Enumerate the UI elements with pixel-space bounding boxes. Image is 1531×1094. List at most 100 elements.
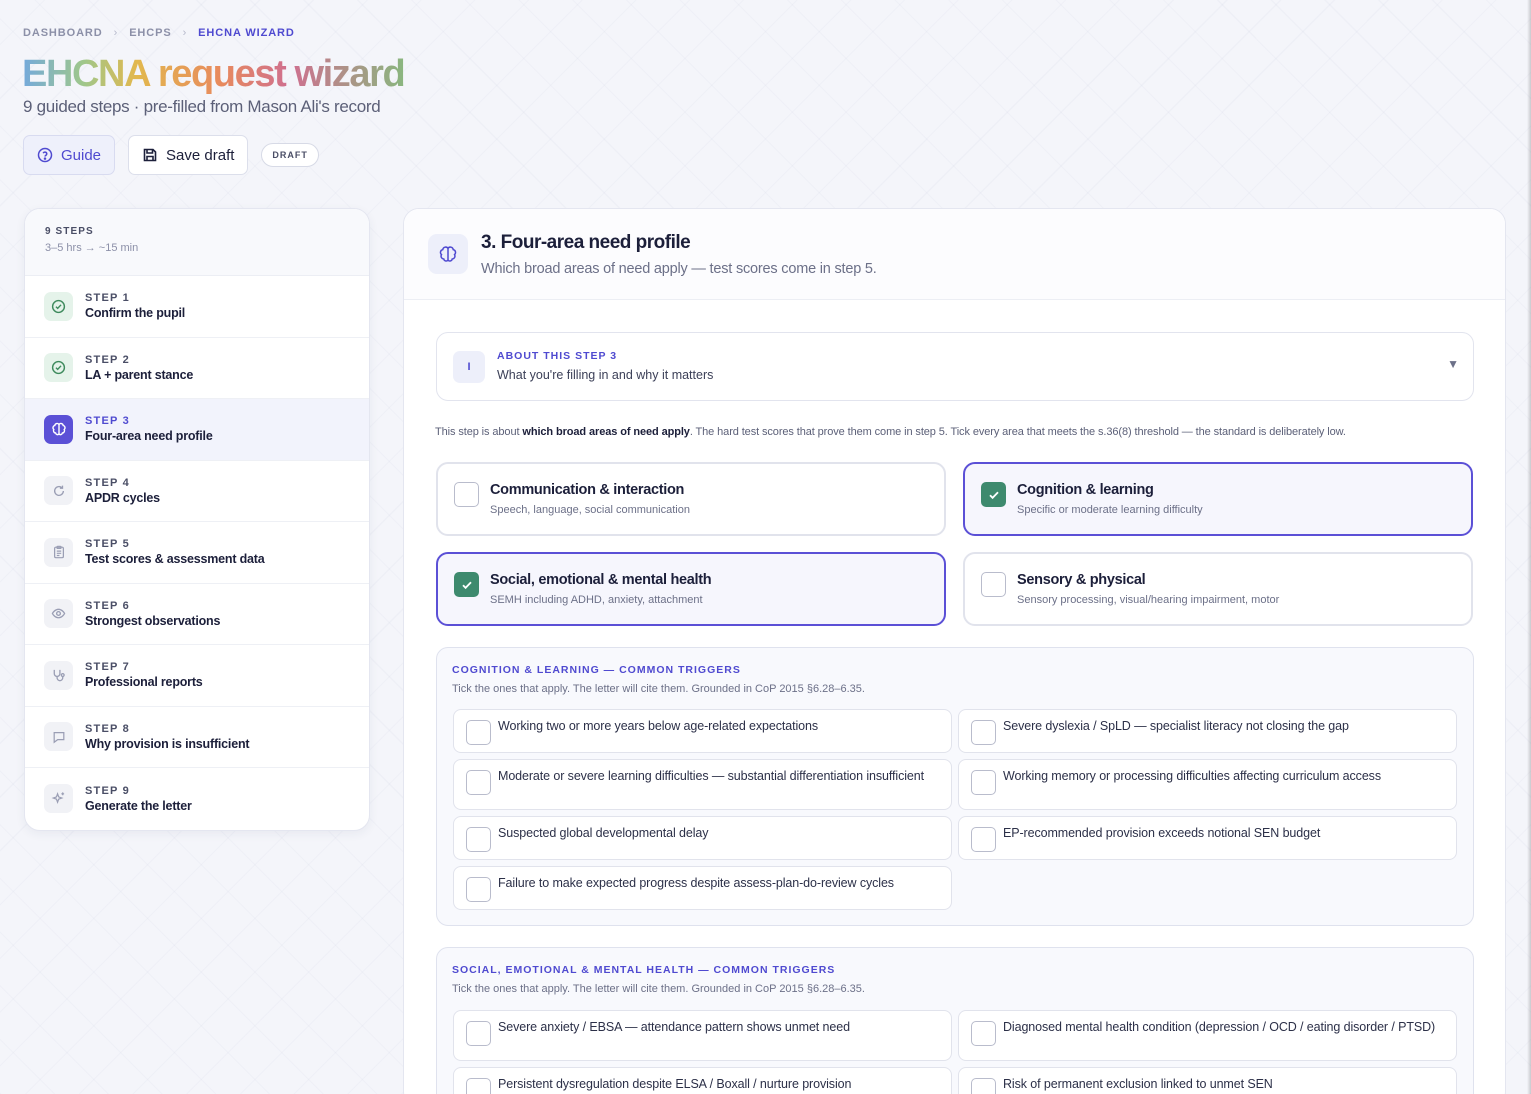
sidebar-step-7[interactable]: STEP 7 Professional reports (25, 645, 369, 707)
triggers-title: SOCIAL, EMOTIONAL & MENTAL HEALTH — COMM… (452, 964, 836, 976)
trigger-checkbox[interactable] (971, 827, 996, 852)
step-number: STEP 8 (85, 722, 130, 735)
check-circle-icon (44, 353, 73, 383)
trigger-label: Failure to make expected progress despit… (498, 876, 894, 890)
step-label: APDR cycles (85, 490, 160, 505)
check-icon (461, 581, 472, 589)
trigger-checkbox[interactable] (466, 1021, 491, 1046)
trigger-item[interactable]: Suspected global developmental delay (453, 816, 952, 860)
trigger-label: Severe anxiety / EBSA — attendance patte… (498, 1020, 850, 1034)
sparkle-icon (44, 784, 73, 814)
trigger-label: EP-recommended provision exceeds notiona… (1003, 826, 1321, 840)
steps-header: 9 STEPS 3–5 hrs → ~15 min (25, 209, 369, 276)
trigger-item[interactable]: Persistent dysregulation despite ELSA / … (453, 1067, 952, 1094)
area-title: Social, emotional & mental health (490, 572, 712, 588)
sidebar-step-8[interactable]: STEP 8 Why provision is insufficient (25, 707, 369, 768)
step-label: Generate the letter (85, 798, 192, 813)
page-title: EHCNA request wizard (22, 53, 406, 95)
trigger-item[interactable]: Severe anxiety / EBSA — attendance patte… (453, 1010, 952, 1061)
step-label: Test scores & assessment data (85, 552, 265, 567)
trigger-checkbox[interactable] (971, 1078, 996, 1094)
trigger-item[interactable]: Diagnosed mental health condition (depre… (958, 1010, 1457, 1061)
trigger-item[interactable]: Risk of permanent exclusion linked to un… (958, 1067, 1457, 1094)
area-description: Specific or moderate learning difficulty (1017, 504, 1203, 516)
sidebar-step-6[interactable]: STEP 6 Strongest observations (25, 584, 369, 645)
steps-count: 9 STEPS (45, 226, 94, 237)
check-icon (988, 491, 999, 499)
trigger-item[interactable]: Working two or more years below age-rela… (453, 709, 952, 753)
trigger-checkbox[interactable] (466, 770, 491, 795)
save-icon (143, 148, 157, 162)
triggers-title: COGNITION & LEARNING — COMMON TRIGGERS (452, 664, 741, 676)
area-title: Sensory & physical (1017, 572, 1146, 588)
brain-icon (44, 414, 73, 444)
stethoscope-icon (44, 660, 73, 690)
about-subtitle: What you're filling in and why it matter… (497, 368, 714, 382)
status-badge: DRAFT (261, 143, 319, 167)
trigger-item[interactable]: Working memory or processing difficultie… (958, 759, 1457, 810)
intro-text-start: This step is about (435, 426, 523, 438)
semh-triggers-group: SOCIAL, EMOTIONAL & MENTAL HEALTH — COMM… (436, 947, 1474, 1094)
trigger-checkbox[interactable] (466, 1078, 491, 1094)
step-label: Four-area need profile (85, 429, 213, 444)
save-draft-button[interactable]: Save draft (128, 135, 249, 175)
about-step-accordion[interactable]: I ABOUT THIS STEP 3 What you're filling … (436, 332, 1474, 401)
area-checkbox-checked[interactable] (981, 482, 1006, 507)
trigger-label: Persistent dysregulation despite ELSA / … (498, 1077, 852, 1091)
area-checkbox[interactable] (454, 482, 479, 507)
trigger-item[interactable]: Severe dyslexia / SpLD — specialist lite… (958, 709, 1457, 753)
sidebar-step-3[interactable]: STEP 3 Four-area need profile (25, 399, 369, 461)
guide-button[interactable]: Guide (23, 135, 116, 175)
trigger-label: Risk of permanent exclusion linked to un… (1003, 1077, 1273, 1091)
breadcrumb-separator-icon: › (182, 27, 188, 39)
area-semh-card[interactable]: Social, emotional & mental health SEMH i… (436, 552, 946, 626)
sidebar-step-9[interactable]: STEP 9 Generate the letter (25, 768, 369, 830)
step-label: Professional reports (85, 675, 203, 690)
intro-text-end: . The hard test scores that prove them c… (689, 426, 1346, 438)
breadcrumb: DASHBOARD › EHCPS › EHCNA WIZARD (23, 27, 295, 39)
brain-icon (428, 234, 468, 274)
guide-button-label: Guide (61, 146, 102, 164)
trigger-item[interactable]: EP-recommended provision exceeds notiona… (958, 816, 1457, 860)
trigger-item[interactable]: Failure to make expected progress despit… (453, 866, 952, 910)
trigger-item[interactable]: Moderate or severe learning difficulties… (453, 759, 952, 810)
breadcrumb-dashboard[interactable]: DASHBOARD (23, 27, 103, 39)
step-number: STEP 1 (85, 292, 130, 305)
area-checkbox-checked[interactable] (454, 572, 479, 597)
step-label: Why provision is insufficient (85, 736, 250, 751)
step-label: Confirm the pupil (85, 306, 186, 321)
area-cognition-card[interactable]: Cognition & learning Specific or moderat… (963, 462, 1473, 536)
breadcrumb-ehcps[interactable]: EHCPS (129, 27, 171, 39)
step-intro: This step is about which broad areas of … (435, 426, 1346, 438)
trigger-checkbox[interactable] (466, 877, 491, 902)
trigger-checkbox[interactable] (971, 720, 996, 745)
step-number: STEP 6 (85, 599, 130, 612)
area-communication-card[interactable]: Communication & interaction Speech, lang… (436, 462, 946, 536)
steps-sidebar: 9 STEPS 3–5 hrs → ~15 min STEP 1 Confirm … (24, 208, 370, 831)
trigger-label: Working two or more years below age-rela… (498, 719, 819, 733)
sidebar-step-5[interactable]: STEP 5 Test scores & assessment data (25, 522, 369, 584)
trigger-checkbox[interactable] (971, 1021, 996, 1046)
step-label: Strongest observations (85, 613, 221, 628)
step-number: STEP 7 (85, 661, 130, 674)
trigger-label: Suspected global developmental delay (498, 826, 709, 840)
area-description: Sensory processing, visual/hearing impai… (1017, 594, 1280, 606)
trigger-checkbox[interactable] (971, 770, 996, 795)
area-description: Speech, language, social communication (490, 504, 690, 516)
chevron-down-icon[interactable]: ▼ (1447, 357, 1459, 371)
trigger-checkbox[interactable] (466, 720, 491, 745)
about-title: ABOUT THIS STEP 3 (497, 350, 618, 362)
cognition-triggers-group: COGNITION & LEARNING — COMMON TRIGGERS T… (436, 647, 1474, 926)
step-subtitle: Which broad areas of need apply — test s… (481, 261, 877, 277)
area-title: Cognition & learning (1017, 482, 1154, 498)
sidebar-step-2[interactable]: STEP 2 LA + parent stance (25, 338, 369, 399)
header-actions: Guide Save draft DRAFT (23, 135, 319, 175)
sidebar-step-4[interactable]: STEP 4 APDR cycles (25, 461, 369, 522)
area-sensory-card[interactable]: Sensory & physical Sensory processing, v… (963, 552, 1473, 626)
message-icon (44, 722, 73, 752)
area-title: Communication & interaction (490, 482, 685, 498)
sidebar-step-1[interactable]: STEP 1 Confirm the pupil (25, 276, 369, 338)
trigger-checkbox[interactable] (466, 827, 491, 852)
check-circle-icon (44, 291, 73, 321)
area-checkbox[interactable] (981, 572, 1006, 597)
